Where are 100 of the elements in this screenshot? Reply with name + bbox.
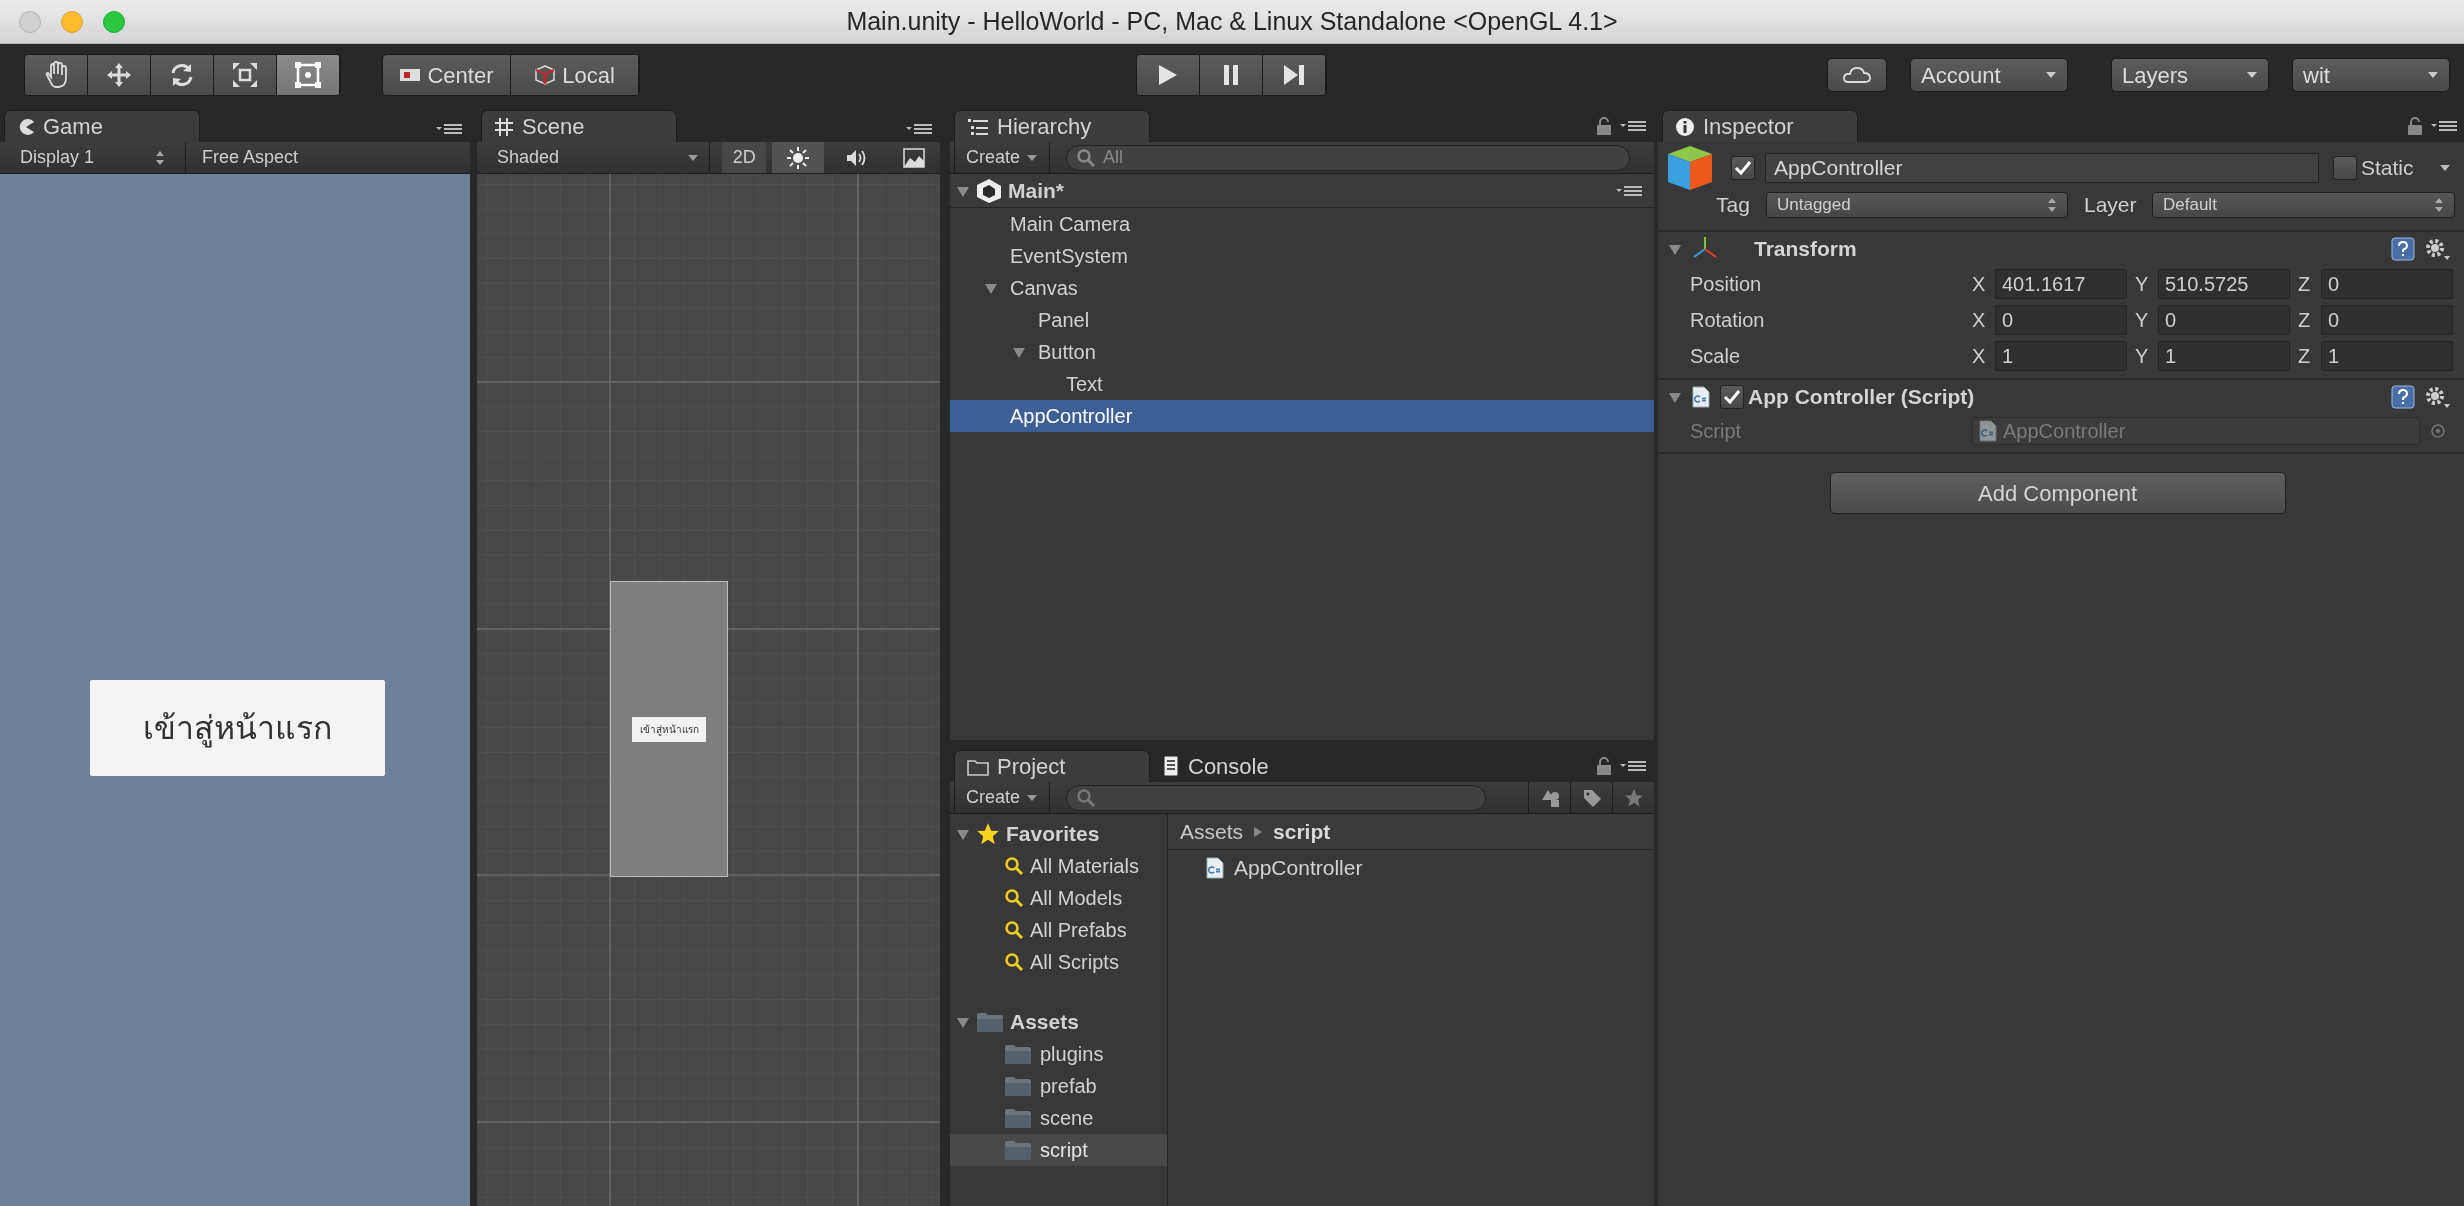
tree-item[interactable]: Canvas bbox=[950, 272, 1654, 304]
axis-label: Z bbox=[2298, 272, 2312, 297]
window-tab[interactable]: Game bbox=[4, 110, 200, 142]
window-tab[interactable]: Inspector bbox=[1662, 110, 1858, 142]
checkbox[interactable] bbox=[1731, 156, 1755, 180]
pivot-button[interactable]: Local bbox=[511, 55, 639, 95]
asset-folder-item[interactable]: plugins bbox=[950, 1038, 1167, 1070]
shading-dropdown[interactable]: Shaded bbox=[477, 142, 711, 173]
cloud-button[interactable] bbox=[1827, 58, 1887, 92]
breadcrumb-item[interactable]: script bbox=[1273, 815, 1331, 848]
folder-icon bbox=[967, 757, 989, 776]
search-field[interactable]: All bbox=[1066, 144, 1630, 171]
name-field[interactable]: AppController bbox=[1765, 153, 2319, 183]
display-dropdown[interactable]: Display 1 bbox=[0, 142, 186, 173]
number-field[interactable]: 510.5725 bbox=[2158, 269, 2290, 299]
object-picker-icon[interactable] bbox=[2430, 423, 2446, 439]
favorite-item[interactable]: All Scripts bbox=[950, 946, 1167, 978]
star-icon bbox=[976, 822, 1000, 846]
window-title: Main.unity - HelloWorld - PC, Mac & Linux Standalone <OpenGL 4.1> bbox=[846, 5, 1618, 37]
expanded-triangle-icon bbox=[956, 1015, 970, 1029]
tag-label: Tag bbox=[1716, 192, 1751, 219]
tree-item[interactable]: Button bbox=[950, 336, 1654, 368]
tag-icon bbox=[1581, 787, 1602, 808]
play-button[interactable] bbox=[1137, 55, 1200, 95]
lock-icon bbox=[1596, 116, 1612, 136]
search-icon bbox=[1076, 147, 1096, 168]
number-field[interactable]: 1 bbox=[2158, 341, 2290, 371]
number-field[interactable]: 1 bbox=[1995, 341, 2127, 371]
tree-item[interactable]: Text bbox=[950, 368, 1654, 400]
create-dropdown[interactable]: Create bbox=[954, 782, 1050, 813]
number-field[interactable]: 0 bbox=[1995, 305, 2127, 335]
axis-label: X bbox=[1972, 272, 1987, 297]
account-dropdown[interactable]: Account bbox=[1910, 58, 2068, 92]
number-field[interactable]: 0 bbox=[2321, 305, 2453, 335]
asset-folder-item[interactable]: scene bbox=[950, 1102, 1167, 1134]
window-tab[interactable]: Hierarchy bbox=[954, 110, 1150, 142]
panel-menu-icon bbox=[2431, 119, 2457, 133]
scene-toggle-button[interactable] bbox=[772, 142, 824, 173]
create-dropdown[interactable]: Create bbox=[954, 142, 1050, 173]
window-tab[interactable]: Console bbox=[1150, 750, 1346, 782]
tool-button[interactable] bbox=[277, 55, 340, 95]
folder-icon bbox=[976, 1011, 1004, 1033]
gear-icon bbox=[2423, 384, 2451, 410]
star-icon bbox=[1623, 787, 1644, 808]
panel-menu-icon bbox=[906, 122, 932, 136]
file-item[interactable]: AppController bbox=[1168, 852, 1654, 884]
asset-folder-item[interactable]: prefab bbox=[950, 1070, 1167, 1102]
field-label: Script bbox=[1690, 419, 1743, 444]
game-ui-button[interactable]: เข้าสู่หน้าแรก bbox=[90, 680, 385, 776]
number-field[interactable]: 0 bbox=[2321, 269, 2453, 299]
step-icon bbox=[1282, 63, 1306, 87]
axis-label: Y bbox=[2135, 272, 2150, 297]
favorite-item[interactable]: All Materials bbox=[950, 850, 1167, 882]
favorite-item[interactable]: All Prefabs bbox=[950, 914, 1167, 946]
window-tab[interactable]: Project bbox=[954, 750, 1150, 782]
pacman-icon bbox=[17, 117, 35, 136]
csharp-file-icon bbox=[1979, 420, 1997, 442]
axis-label: Y bbox=[2135, 344, 2150, 369]
step-button[interactable] bbox=[1263, 55, 1326, 95]
checkbox[interactable] bbox=[1720, 385, 1744, 409]
folder-icon bbox=[1004, 1107, 1032, 1129]
number-field[interactable]: 401.1617 bbox=[1995, 269, 2127, 299]
scene-name: Main* bbox=[1008, 177, 1064, 204]
layout-dropdown[interactable]: wit bbox=[2292, 58, 2450, 92]
folder-icon bbox=[1004, 1075, 1032, 1097]
component-title: App Controller (Script) bbox=[1748, 384, 1975, 411]
grid-icon bbox=[494, 116, 514, 137]
search-field[interactable] bbox=[1066, 784, 1486, 811]
aspect-dropdown[interactable]: Free Aspect bbox=[186, 142, 470, 173]
layer-dropdown[interactable]: Default bbox=[2152, 192, 2455, 218]
pivot-button[interactable]: Center bbox=[383, 55, 511, 95]
layer-label: Layer bbox=[2084, 192, 2138, 219]
favorite-item[interactable]: All Models bbox=[950, 882, 1167, 914]
asset-folder-item[interactable]: script bbox=[950, 1134, 1167, 1166]
add-component-button[interactable]: Add Component bbox=[1829, 472, 2286, 514]
window-tab[interactable]: Scene bbox=[481, 110, 677, 142]
breadcrumb-item[interactable]: Assets bbox=[1180, 815, 1244, 848]
tree-group[interactable]: Assets bbox=[950, 1006, 1167, 1038]
unity-logo-icon bbox=[976, 177, 1002, 204]
tree-item[interactable]: AppController bbox=[950, 400, 1654, 432]
tag-dropdown[interactable]: Untagged bbox=[1766, 192, 2068, 218]
tool-button[interactable] bbox=[88, 55, 151, 95]
tree-item[interactable]: EventSystem bbox=[950, 240, 1654, 272]
mode-2d-toggle[interactable]: 2D bbox=[722, 142, 766, 173]
layers-dropdown[interactable]: Layers bbox=[2111, 58, 2269, 92]
tool-button[interactable] bbox=[25, 55, 88, 95]
tree-item[interactable]: Panel bbox=[950, 304, 1654, 336]
tool-button[interactable] bbox=[214, 55, 277, 95]
checkbox[interactable] bbox=[2333, 156, 2357, 180]
tool-button[interactable] bbox=[151, 55, 214, 95]
script-field: AppController bbox=[1972, 417, 2420, 445]
tree-item[interactable]: Main Camera bbox=[950, 208, 1654, 240]
pause-button[interactable] bbox=[1200, 55, 1263, 95]
help-icon bbox=[2391, 237, 2415, 261]
expanded-triangle-icon bbox=[1012, 345, 1026, 359]
caret-icon bbox=[687, 153, 700, 162]
tree-group[interactable]: Favorites bbox=[950, 818, 1167, 850]
axis-label: Y bbox=[2135, 308, 2150, 333]
number-field[interactable]: 1 bbox=[2321, 341, 2453, 371]
number-field[interactable]: 0 bbox=[2158, 305, 2290, 335]
